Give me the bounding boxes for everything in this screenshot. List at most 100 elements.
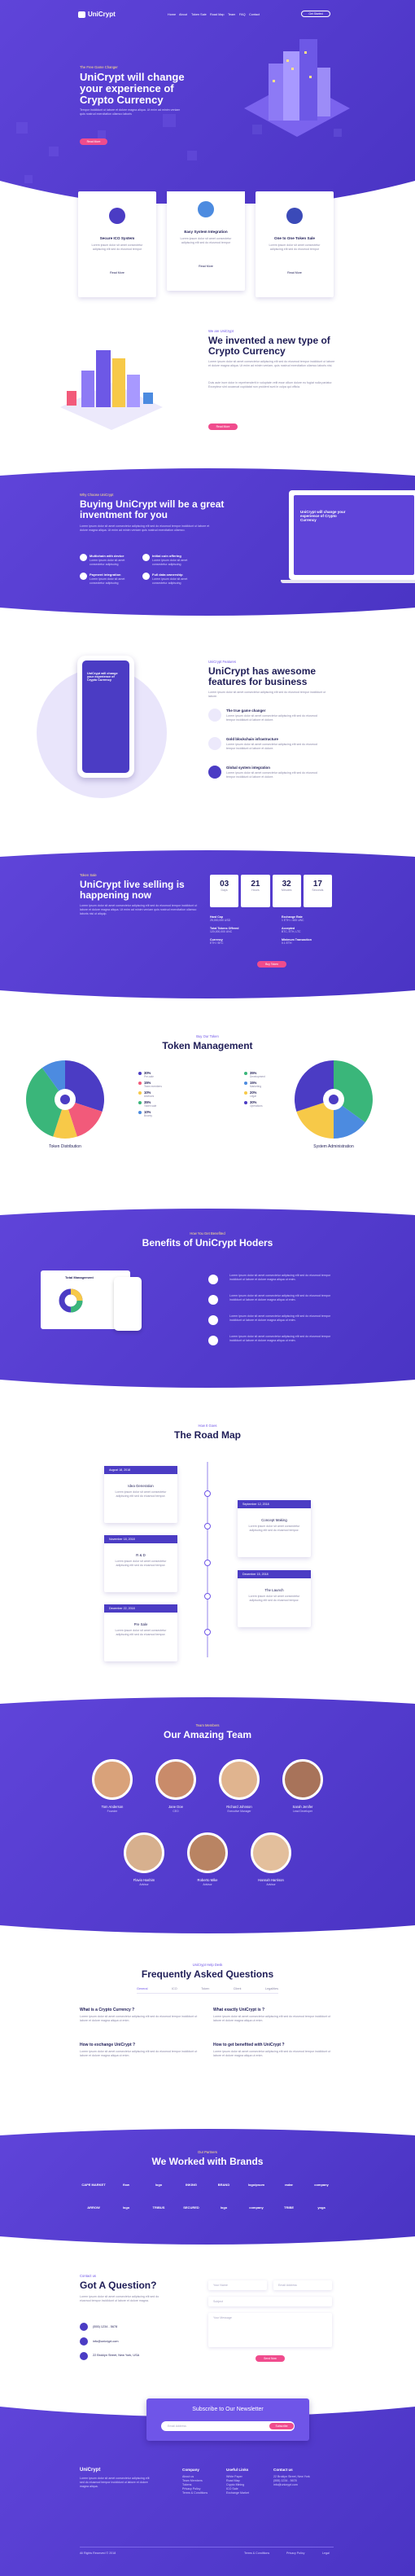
faq-item[interactable]: How to exchange UniCrypt ? Lorem ipsum d… <box>80 2043 202 2058</box>
why-item-text: Lorem ipsum dolor sit amet consectetur a… <box>152 559 188 566</box>
why-item-title: Full data ownership <box>152 573 183 577</box>
footer-contact-email[interactable]: info@unicrypt.com <box>273 2483 339 2487</box>
footer-brand[interactable]: UniCrypt <box>80 2468 100 2473</box>
faq-tab-ico[interactable]: ICO <box>172 1987 177 1990</box>
nav-road-map[interactable]: Road Map <box>210 13 225 16</box>
faq-item[interactable]: How to get benefited with UniCrypt ? Lor… <box>213 2043 335 2058</box>
contact-email-input[interactable]: Email Address <box>273 2280 332 2290</box>
contact-message-input[interactable]: Your Message <box>208 2313 332 2347</box>
countdown-number: 03 <box>220 880 229 889</box>
footer-legal-terms[interactable]: Terms & Conditions <box>244 2552 269 2556</box>
token-sale-section: Token Sale UniCrypt live selling is happ… <box>0 847 415 1002</box>
nav-contact[interactable]: Contact <box>249 13 260 16</box>
sale-row-value: 25,000,000 USD <box>210 919 231 922</box>
nav-faq[interactable]: FAQ <box>239 13 246 16</box>
faq-tab-client[interactable]: Client <box>234 1987 242 1990</box>
get-started-button[interactable]: Get Started <box>301 11 330 17</box>
footer-col-company: Company About us Team Members Tokens Pri… <box>182 2468 231 2495</box>
feature-read-more-link[interactable]: Read More <box>78 271 156 274</box>
nav-home[interactable]: Home <box>168 13 176 16</box>
sale-row: Exchange Rate 1 ETH = 600 UNC <box>282 915 304 922</box>
about-read-more-button[interactable]: Read More <box>208 423 238 430</box>
tokens-title: Token Management <box>162 1040 253 1051</box>
sale-background-shapes <box>0 847 415 1002</box>
contact-name-input[interactable]: Your Name <box>208 2280 267 2290</box>
check-icon <box>208 1336 218 1345</box>
newsletter-email-input[interactable]: Email Address <box>168 2425 186 2428</box>
legend-swatch <box>244 1101 247 1104</box>
send-now-button[interactable]: Send Now <box>256 2355 285 2362</box>
logo[interactable]: UniCrypt <box>78 11 116 18</box>
roadmap-title: The Road Map <box>173 1429 241 1441</box>
timeline-dot <box>204 1593 211 1600</box>
sale-row-value: 120,000,000 UNC <box>210 930 233 933</box>
logo-text: UniCrypt <box>88 11 116 18</box>
faq-item[interactable]: What is a Crypto Currency ? Lorem ipsum … <box>80 2008 202 2023</box>
brand-logo: company <box>249 2205 264 2210</box>
phone-mockup: UniCrypt will change your experience of … <box>77 656 134 778</box>
benefits-section: How You Get Benefited Benefits of UniCry… <box>0 1205 415 1393</box>
feature-read-more-link[interactable]: Read More <box>256 271 334 274</box>
legend-swatch <box>244 1072 247 1075</box>
uc-feature-title: The true game changer <box>226 709 266 713</box>
team-member-role: Executive Manager <box>227 1810 251 1813</box>
feature-title: Easy System Integration <box>184 230 228 234</box>
brand-logo: TRIBUS <box>152 2205 165 2210</box>
faq-tab-legalities[interactable]: Legalities <box>265 1987 278 1990</box>
feature-text: Lorem ipsum dolor sit amet consectetur a… <box>180 237 232 244</box>
feature-read-more-link[interactable]: Read More <box>167 265 245 268</box>
tokens-eyebrow: Buy Our Token <box>196 1034 219 1038</box>
globe-icon <box>208 766 221 779</box>
countdown-seconds: 17 Seconds <box>303 875 332 907</box>
buy-token-button[interactable]: Buy Token <box>257 961 286 968</box>
team-member-name: Hannah Harrison <box>258 1878 284 1882</box>
footer-link[interactable]: Terms & Conditions <box>182 2491 231 2495</box>
faq-tab-token[interactable]: Token <box>201 1987 209 1990</box>
brand-logo: logo <box>220 2205 228 2210</box>
faq-answer: Lorem ipsum dolor sit amet consectetur a… <box>213 2050 331 2057</box>
roadmap-item-text: Lorem ipsum dolor sit amet consectetur a… <box>248 1525 300 1532</box>
why-item-text: Lorem ipsum dolor sit amet consectetur a… <box>90 577 125 585</box>
sale-row: Total Tokens Offered 120,000,000 UNC <box>210 927 238 933</box>
team-member-role: Founder <box>107 1810 118 1813</box>
faq-item[interactable]: What exactly UniCrypt is ? Lorem ipsum d… <box>213 2008 335 2023</box>
legend-label: Development <box>250 1075 265 1078</box>
brands-section: Our Partners We Worked with Brands CAPE … <box>0 2126 415 2248</box>
team-section: Team Members Our Amazing Team Tom Anders… <box>0 1694 415 1938</box>
timeline-dot <box>204 1523 211 1529</box>
system-administration-pie <box>295 1060 373 1139</box>
footer-link[interactable]: Exchange Market <box>226 2491 275 2495</box>
team-avatar <box>92 1759 133 1800</box>
team-member-role: Advisor <box>203 1883 212 1886</box>
legend-label: Team members <box>144 1085 162 1088</box>
hero-section: UniCrypt Home About Token Sale Road Map … <box>0 0 415 204</box>
why-title: Buying UniCrypt will be a great inventme… <box>80 498 225 520</box>
benefits-eyebrow: How You Get Benefited <box>190 1231 225 1235</box>
benefits-title: Benefits of UniCrypt Hoders <box>142 1237 273 1249</box>
faq-tab-general[interactable]: General <box>137 1987 148 1990</box>
newsletter-subscribe-button[interactable]: Subscribe <box>269 2423 294 2429</box>
hero-read-more-button[interactable]: Read More <box>80 138 107 145</box>
why-item-text: Lorem ipsum dolor sit amet consectetur a… <box>90 559 125 566</box>
contact-email[interactable]: info@unicrypt.com <box>93 2340 119 2343</box>
check-icon <box>208 1295 218 1305</box>
roadmap-item-text: Lorem ipsum dolor sit amet consectetur a… <box>115 1560 167 1567</box>
roadmap-card: November 18, 2018 R & D Lorem ipsum dolo… <box>104 1535 177 1592</box>
footer-legal-privacy[interactable]: Privacy Policy <box>286 2552 304 2556</box>
roadmap-date: December 15, 2018 <box>238 1570 311 1578</box>
legend-swatch <box>138 1082 142 1085</box>
nav-team[interactable]: Team <box>228 13 235 16</box>
faq-question: How to get benefited with UniCrypt ? <box>213 2043 285 2047</box>
brands-eyebrow: Our Partners <box>198 2150 217 2154</box>
contact-phone[interactable]: (555) 1234 - 5678 <box>93 2325 117 2328</box>
contact-subject-input[interactable]: Subject <box>208 2297 332 2306</box>
about-title: We invented a new type of Crypto Currenc… <box>208 335 330 357</box>
team-member-name: Sarah Jenifer <box>292 1805 313 1809</box>
footer-legal-legal[interactable]: Legal <box>322 2552 330 2556</box>
token-management-section: Buy Our Token Token Management 30% Pre-sa… <box>0 1010 415 1197</box>
nav-token-sale[interactable]: Token Sale <box>191 13 207 16</box>
nav-about[interactable]: About <box>179 13 187 16</box>
team-avatar <box>155 1759 196 1800</box>
location-icon <box>80 2352 88 2360</box>
device-icon <box>80 554 87 561</box>
